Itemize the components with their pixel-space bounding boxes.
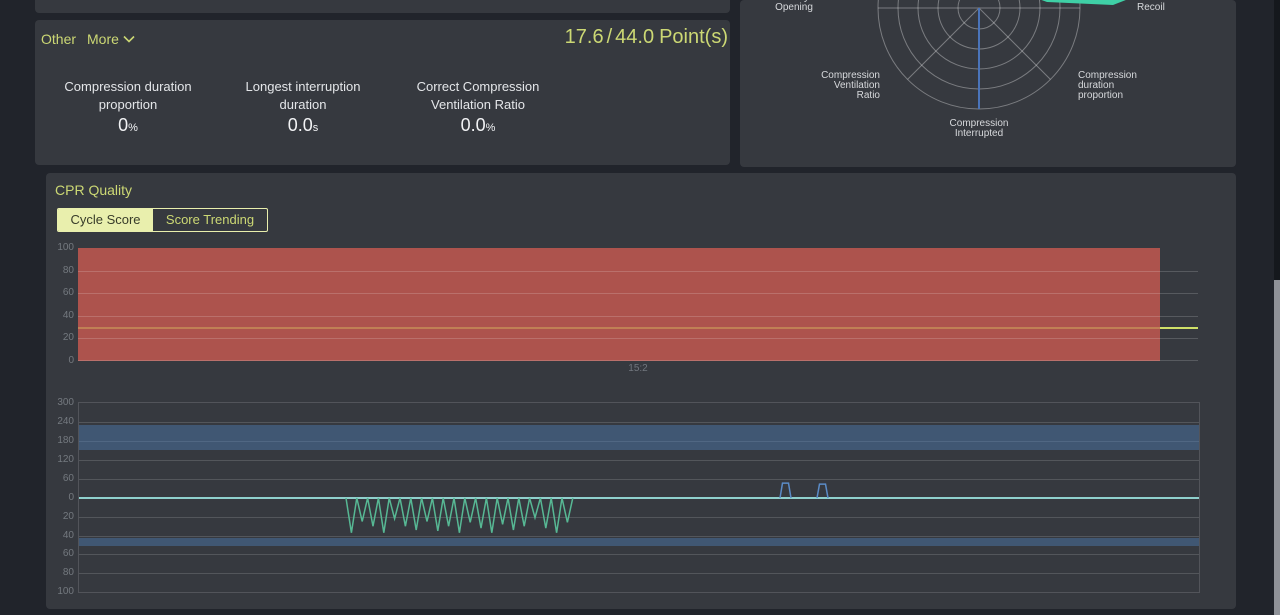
gridline (78, 360, 1198, 361)
rate-tick-label: 60 (46, 473, 74, 484)
y-tick-label: 100 (46, 242, 74, 253)
rate-tick-label: 240 (46, 416, 74, 427)
y-tick-label: 40 (46, 310, 74, 321)
score-value: 17.6 (565, 26, 604, 48)
metric-label: Compression duration proportion (43, 78, 213, 114)
tab-score-trending[interactable]: Score Trending (153, 209, 267, 231)
top-panel-cutoff (35, 0, 730, 13)
radar-label-compression-ventilation-ratio: Compression Ventilation Ratio (790, 71, 880, 101)
radar-label-airway-opening: Airway Opening (768, 0, 820, 13)
y-tick-label: 0 (46, 355, 74, 366)
metric-value: 0.0% (393, 115, 563, 136)
cpr-quality-panel: CPR Quality Cycle Score Score Trending 1… (46, 173, 1236, 609)
chart-mode-tabs: Cycle Score Score Trending (57, 208, 268, 232)
depth-tick-label: 40 (46, 530, 74, 541)
more-dropdown-button[interactable]: More (87, 31, 135, 47)
metric-longest-interruption-duration: Longest interruption duration 0.0s (218, 78, 388, 136)
radar-label-compression-duration-proportion: Compression duration proportion (1078, 71, 1173, 101)
tab-cycle-score[interactable]: Cycle Score (58, 209, 153, 231)
other-panel-title: Other (41, 31, 76, 47)
score-display: 17.6/44.0Point(s) (565, 26, 728, 49)
metric-value: 0% (43, 115, 213, 136)
depth-tick-label: 20 (46, 511, 74, 522)
gridline (78, 293, 1198, 294)
rate-tick-label: 300 (46, 397, 74, 408)
metric-label: Correct Compression Ventilation Ratio (393, 78, 563, 114)
scrollbar-track[interactable] (1274, 0, 1280, 615)
depth-tick-label: 60 (46, 548, 74, 559)
y-tick-label: 60 (46, 287, 74, 298)
gridline (78, 316, 1198, 317)
radar-label-compression-interrupted: Compression Interrupted (927, 119, 1031, 139)
radar-label-chest-recoil: Chest Recoil (1137, 0, 1189, 13)
scrollbar-thumb[interactable] (1274, 280, 1280, 615)
radar-chart-panel: Airway Opening Chest Recoil Compression … (740, 0, 1236, 167)
x-axis-category-label: 15:2 (618, 363, 658, 374)
rate-tick-label: 120 (46, 454, 74, 465)
rate-tick-label: 180 (46, 435, 74, 446)
ventilation-wave (817, 484, 828, 498)
y-tick-label: 20 (46, 332, 74, 343)
metric-compression-duration-proportion: Compression duration proportion 0% (43, 78, 213, 136)
compression-trace-chart: 300 240 180 120 60 0 20 40 60 80 100 (46, 400, 1236, 600)
score-bar (78, 248, 1160, 361)
gridline (78, 338, 1198, 339)
threshold-line-on-bar (78, 327, 1160, 329)
other-header: Other More (41, 31, 135, 47)
score-separator: / (607, 26, 613, 48)
chevron-down-icon (123, 35, 135, 43)
threshold-line (1160, 327, 1198, 329)
metric-value: 0.0s (218, 115, 388, 136)
radar-data-polygon (1036, 0, 1131, 5)
rate-tick-label: 0 (46, 492, 74, 503)
y-tick-label: 80 (46, 265, 74, 276)
cpr-quality-title: CPR Quality (55, 182, 132, 198)
trace-plot-area (78, 402, 1200, 593)
bar-chart-plot-area (78, 248, 1198, 361)
depth-tick-label: 100 (46, 586, 74, 597)
gridline (78, 271, 1198, 272)
other-metrics-panel: Other More 17.6/44.0Point(s) Compression… (35, 20, 730, 165)
metric-label: Longest interruption duration (218, 78, 388, 114)
ventilation-wave (780, 483, 791, 498)
cpr-review-screen: { "theme": { "page_bg": "#21242b", "pane… (0, 0, 1280, 615)
waveform-layer (79, 403, 1199, 592)
more-label: More (87, 31, 119, 47)
score-unit: Point(s) (659, 26, 728, 48)
metric-correct-compression-ventilation-ratio: Correct Compression Ventilation Ratio 0.… (393, 78, 563, 136)
depth-tick-label: 80 (46, 567, 74, 578)
cycle-score-bar-chart: 15:2 020406080100 (46, 246, 1236, 376)
score-total: 44.0 (615, 26, 654, 48)
compression-depth-wave (346, 498, 573, 533)
